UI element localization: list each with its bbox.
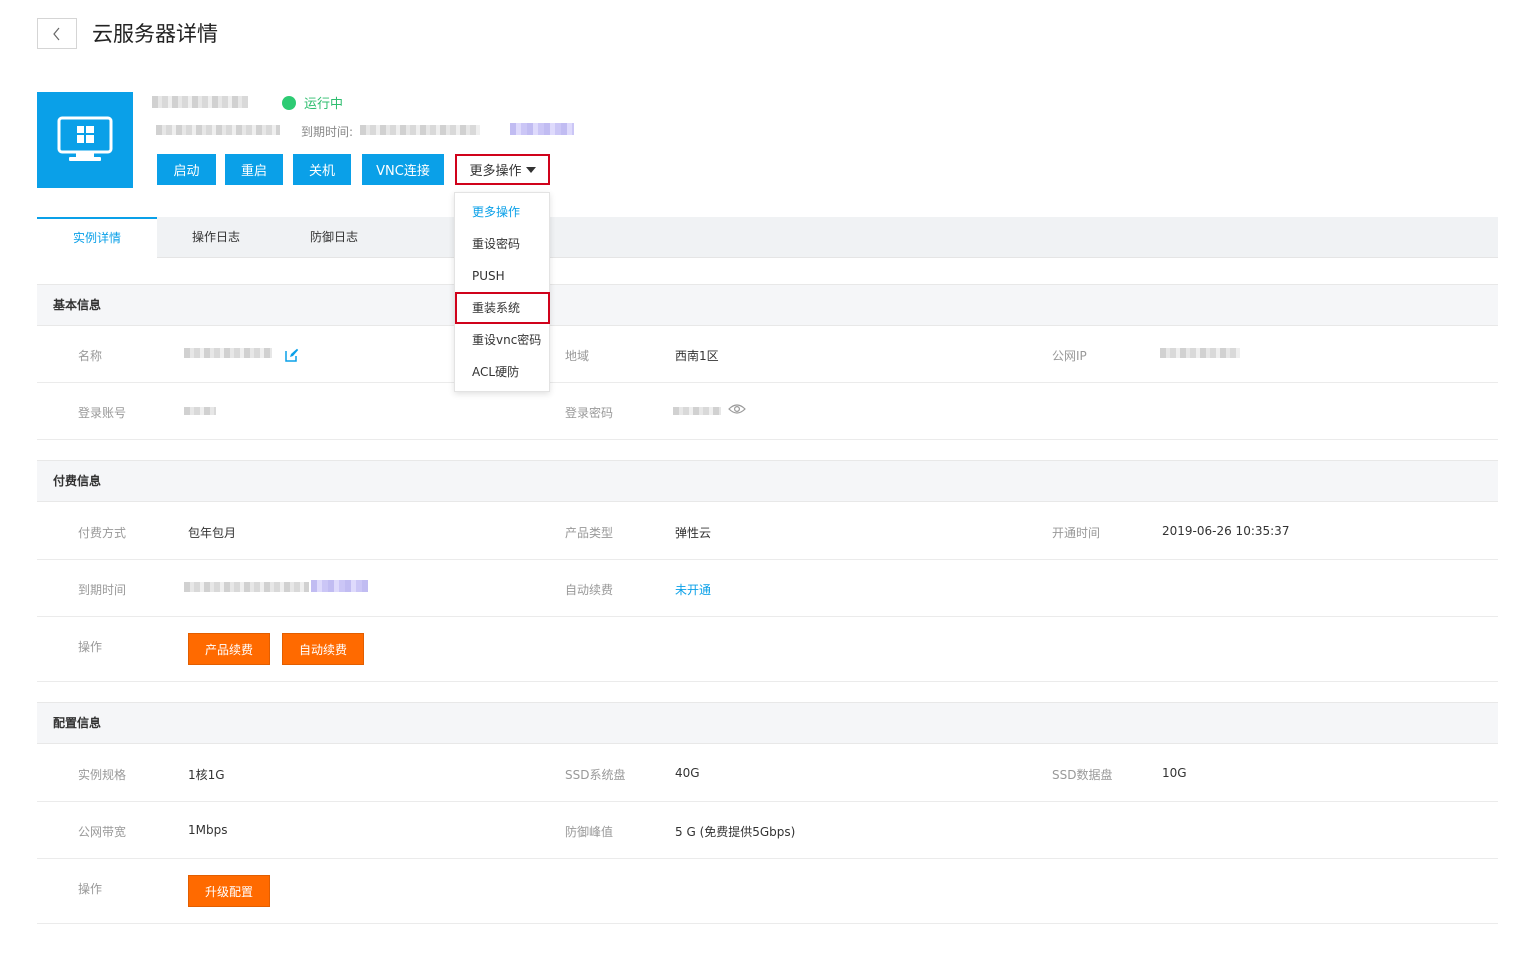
shutdown-button[interactable]: 关机 (293, 154, 351, 185)
bandwidth-value: 1Mbps (188, 823, 228, 837)
login-account-redacted (184, 407, 216, 415)
more-actions-button[interactable]: 更多操作 (455, 154, 550, 185)
config-row-1: 实例规格 1核1G SSD系统盘 40G SSD数据盘 10G (37, 744, 1498, 802)
instance-spec-label: 实例规格 (78, 768, 127, 782)
renew-product-button[interactable]: 产品续费 (188, 633, 270, 665)
region-label: 地域 (565, 349, 590, 363)
pay-method-label: 付费方式 (78, 526, 127, 540)
open-time-value: 2019-06-26 10:35:37 (1162, 524, 1290, 538)
status-text: 运行中 (304, 97, 344, 112)
caret-down-icon (525, 166, 536, 173)
instance-name-redacted (152, 96, 248, 108)
menu-item-push[interactable]: PUSH (455, 260, 549, 292)
bandwidth-label: 公网带宽 (78, 825, 127, 839)
tab-defense-log[interactable]: 防御日志 (275, 217, 393, 258)
public-ip-redacted (1160, 348, 1240, 358)
config-operation-label: 操作 (78, 882, 103, 896)
menu-item-reinstall-system[interactable]: 重装系统 (455, 292, 550, 324)
billing-operation-label: 操作 (78, 640, 103, 654)
open-time-label: 开通时间 (1052, 526, 1101, 540)
basic-row-2: 登录账号 登录密码 (37, 383, 1498, 440)
back-button[interactable] (37, 18, 77, 49)
menu-item-reset-password[interactable]: 重设密码 (455, 228, 549, 260)
eye-icon[interactable] (728, 403, 746, 415)
auto-renew-link[interactable]: 未开通 (675, 581, 711, 598)
name-label: 名称 (78, 349, 103, 363)
menu-item-more-actions[interactable]: 更多操作 (455, 196, 549, 228)
page-title: 云服务器详情 (92, 22, 218, 46)
more-actions-dropdown: 更多操作 重设密码 PUSH 重装系统 重设vnc密码 ACL硬防 (454, 192, 550, 392)
expire-label: 到期时间: (301, 125, 354, 139)
billing-row-2: 到期时间 自动续费 未开通 (37, 560, 1498, 617)
name-value-redacted (184, 348, 272, 358)
config-row-3: 操作 升级配置 (37, 859, 1498, 924)
more-actions-label: 更多操作 (469, 164, 522, 179)
expire-time-label: 到期时间 (78, 583, 127, 597)
auto-renew-button[interactable]: 自动续费 (282, 633, 364, 665)
billing-row-3: 操作 产品续费 自动续费 (37, 617, 1498, 682)
chevron-left-icon (53, 27, 60, 40)
billing-row-1: 付费方式 包年包月 产品类型 弹性云 开通时间 2019-06-26 10:35… (37, 502, 1498, 560)
defense-peak-value: 5 G (免费提供5Gbps) (675, 825, 796, 839)
section-basic-info: 基本信息 (37, 284, 1498, 326)
edit-icon[interactable] (285, 348, 299, 362)
region-value: 西南1区 (675, 349, 719, 363)
tab-instance-details[interactable]: 实例详情 (37, 217, 157, 259)
basic-row-1: 名称 地域 西南1区 公网IP (37, 326, 1498, 383)
ssd-system-disk-value: 40G (675, 766, 700, 780)
login-account-label: 登录账号 (78, 406, 127, 420)
tab-bar: 实例详情 操作日志 防御日志 (37, 217, 1498, 259)
defense-peak-label: 防御峰值 (565, 825, 614, 839)
upgrade-config-button[interactable]: 升级配置 (188, 875, 270, 907)
expire-time-extra-redacted (311, 580, 368, 592)
product-type-value: 弹性云 (675, 526, 712, 540)
restart-button[interactable]: 重启 (225, 154, 283, 185)
tab-operation-log[interactable]: 操作日志 (157, 217, 275, 258)
login-password-label: 登录密码 (565, 406, 614, 420)
expire-date-redacted (360, 125, 480, 135)
auto-renew-label: 自动续费 (565, 583, 614, 597)
login-password-redacted (673, 407, 721, 415)
status-badge: 运行中 (282, 93, 343, 112)
expire-extra-redacted (510, 123, 574, 135)
config-row-2: 公网带宽 1Mbps 防御峰值 5 G (免费提供5Gbps) (37, 802, 1498, 859)
section-config-info: 配置信息 (37, 702, 1498, 744)
product-type-label: 产品类型 (565, 526, 614, 540)
windows-server-icon (37, 92, 133, 188)
section-billing-info: 付费信息 (37, 460, 1498, 502)
instance-spec-value: 1核1G (188, 768, 225, 782)
menu-item-acl-firewall[interactable]: ACL硬防 (455, 356, 549, 388)
expire-time-redacted (184, 582, 309, 592)
running-dot-icon (282, 95, 296, 110)
ssd-data-disk-value: 10G (1162, 766, 1187, 780)
start-button[interactable]: 启动 (157, 154, 216, 185)
ssd-data-disk-label: SSD数据盘 (1052, 768, 1113, 782)
public-ip-label: 公网IP (1052, 349, 1087, 363)
instance-id-redacted (156, 125, 280, 135)
pay-method-value: 包年包月 (188, 526, 237, 540)
vnc-connect-button[interactable]: VNC连接 (362, 154, 444, 185)
ssd-system-disk-label: SSD系统盘 (565, 768, 626, 782)
menu-item-reset-vnc-password[interactable]: 重设vnc密码 (455, 324, 549, 356)
